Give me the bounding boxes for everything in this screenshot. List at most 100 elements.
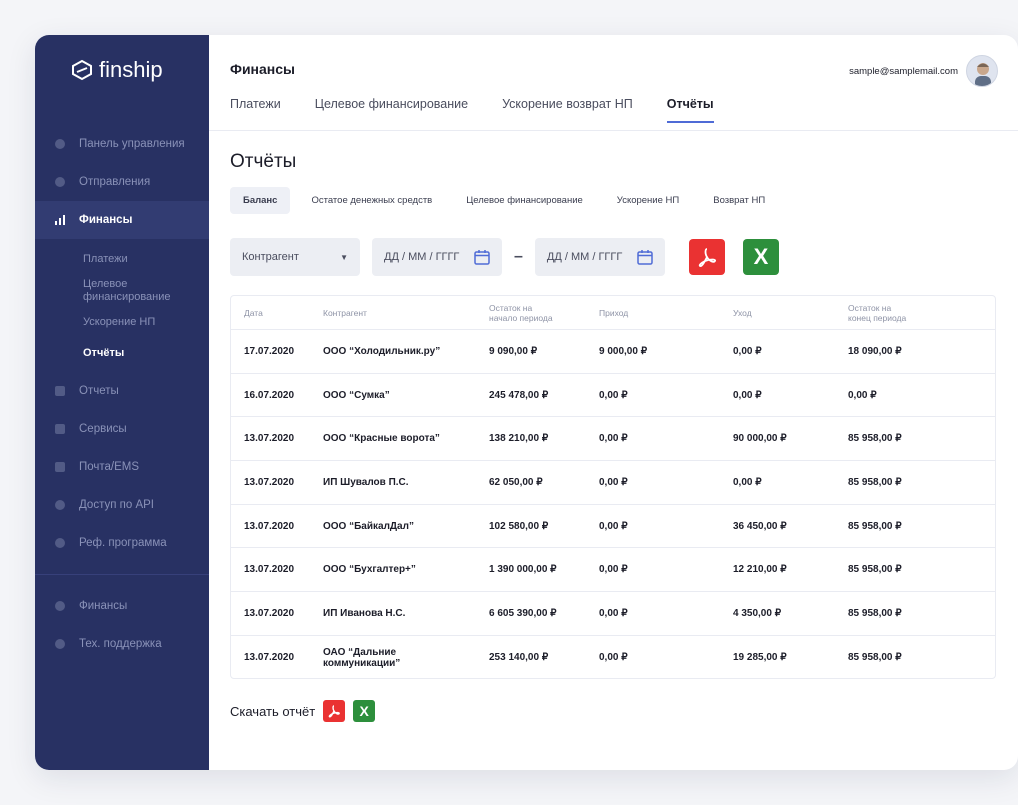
submenu-item-target-financing[interactable]: Целевое финансирование bbox=[83, 272, 193, 310]
main-content: Финансы sample@samplemail.com Платежи Це… bbox=[209, 35, 1018, 770]
pdf-icon bbox=[698, 248, 716, 267]
avatar[interactable] bbox=[966, 55, 998, 87]
finance-submenu: Платежи Целевое финансирование Ускорение… bbox=[35, 247, 209, 366]
column-header-closing-balance[interactable]: Остаток на конец периода bbox=[835, 303, 995, 323]
download-label: Скачать отчёт bbox=[230, 703, 316, 719]
date-to-field[interactable]: ДД / ММ / ГГГГ bbox=[534, 238, 665, 276]
sidebar-item-label: Реф. программа bbox=[79, 537, 167, 549]
user-menu[interactable]: sample@samplemail.com bbox=[849, 55, 998, 87]
column-header-income[interactable]: Приход bbox=[586, 308, 720, 318]
cell-opening-balance: 245 478,00 ₽ bbox=[489, 389, 549, 401]
sidebar-item-shipments[interactable]: Отправления bbox=[35, 163, 209, 201]
cell-income: 0,00 ₽ bbox=[599, 564, 628, 576]
sidebar-item-reports[interactable]: Отчеты bbox=[35, 372, 209, 410]
tab-cash-balance[interactable]: Остатое денежных средств bbox=[298, 187, 445, 214]
excel-icon: X bbox=[359, 703, 369, 719]
tab-return-report[interactable]: Возврат НП bbox=[700, 187, 778, 214]
table-row[interactable]: 13.07.2020 ИП Шувалов П.С. 62 050,00 ₽ 0… bbox=[231, 461, 995, 505]
cell-date: 13.07.2020 bbox=[244, 433, 295, 445]
column-header-counterparty[interactable]: Контрагент bbox=[310, 308, 476, 318]
cell-counterparty: ООО “Бухгалтер+” bbox=[323, 564, 416, 576]
cell-closing-balance: 85 958,00 ₽ bbox=[848, 433, 902, 445]
table-row[interactable]: 16.07.2020 ООО “Сумка” 245 478,00 ₽ 0,00… bbox=[231, 374, 995, 418]
date-to-placeholder: ДД / ММ / ГГГГ bbox=[546, 251, 623, 263]
column-header-outgo[interactable]: Уход bbox=[720, 308, 835, 318]
submenu-item-payments[interactable]: Платежи bbox=[83, 247, 209, 272]
sidebar-item-label: Почта/EMS bbox=[79, 461, 140, 473]
cell-outgo: 0,00 ₽ bbox=[733, 389, 762, 401]
date-from-field[interactable]: ДД / ММ / ГГГГ bbox=[372, 238, 502, 276]
tab-reports[interactable]: Отчёты bbox=[666, 97, 714, 123]
tab-balance[interactable]: Баланс bbox=[230, 187, 291, 214]
submenu-item-acceleration[interactable]: Ускорение НП bbox=[83, 310, 209, 335]
download-excel-button[interactable]: X bbox=[353, 700, 376, 722]
brand-logo[interactable]: finship bbox=[71, 57, 163, 83]
cell-income: 9 000,00 ₽ bbox=[599, 345, 648, 357]
tab-target-financing[interactable]: Целевое финансирование bbox=[315, 97, 468, 123]
sidebar-item-mail[interactable]: Почта/EMS bbox=[35, 448, 209, 486]
referral-icon bbox=[55, 538, 65, 548]
cell-outgo: 90 000,00 ₽ bbox=[733, 433, 787, 445]
finship-logo-icon bbox=[72, 59, 92, 81]
download-pdf-button[interactable] bbox=[323, 700, 346, 722]
tab-payments[interactable]: Платежи bbox=[230, 97, 281, 123]
cell-counterparty: ООО “Красные ворота” bbox=[323, 433, 440, 445]
cell-counterparty: ОАО “Дальние коммуникации” bbox=[323, 646, 401, 669]
cell-opening-balance: 9 090,00 ₽ bbox=[489, 345, 538, 357]
cell-outgo: 36 450,00 ₽ bbox=[733, 520, 787, 532]
cell-closing-balance: 85 958,00 ₽ bbox=[848, 607, 902, 619]
cell-date: 13.07.2020 bbox=[244, 564, 295, 576]
settings-icon bbox=[55, 601, 65, 611]
cell-counterparty: ООО “Сумка” bbox=[323, 389, 390, 401]
sidebar-item-settings[interactable]: Финансы bbox=[35, 587, 209, 625]
cell-date: 13.07.2020 bbox=[244, 652, 295, 664]
cell-opening-balance: 102 580,00 ₽ bbox=[489, 520, 549, 532]
sidebar-item-services[interactable]: Сервисы bbox=[35, 410, 209, 448]
page-title: Финансы bbox=[230, 61, 295, 77]
column-header-date[interactable]: Дата bbox=[231, 308, 310, 318]
cell-date: 13.07.2020 bbox=[244, 520, 295, 532]
chevron-down-icon: ▼ bbox=[340, 252, 348, 262]
cell-income: 0,00 ₽ bbox=[599, 389, 628, 401]
cell-outgo: 4 350,00 ₽ bbox=[733, 607, 782, 619]
table-row[interactable]: 13.07.2020 ООО “Бухгалтер+” 1 390 000,00… bbox=[231, 548, 995, 593]
tab-target-financing-report[interactable]: Целевое финансирование bbox=[453, 187, 596, 214]
sidebar-item-finance[interactable]: Финансы bbox=[35, 201, 209, 239]
column-header-opening-balance[interactable]: Остаток на начало периода bbox=[476, 303, 586, 323]
support-icon bbox=[55, 639, 65, 649]
counterparty-select[interactable]: Контрагент ▼ bbox=[230, 238, 360, 276]
brand-name: finship bbox=[99, 57, 163, 82]
cell-counterparty: ИП Шувалов П.С. bbox=[323, 476, 409, 488]
balance-table: Дата Контрагент Остаток на начало период… bbox=[230, 295, 996, 679]
table-row[interactable]: 13.07.2020 ОАО “Дальние коммуникации” 25… bbox=[231, 636, 995, 680]
download-report: Скачать отчёт X bbox=[230, 700, 376, 722]
sidebar-item-label: Финансы bbox=[79, 600, 128, 612]
mail-icon bbox=[55, 462, 65, 472]
finance-chart-icon bbox=[55, 215, 65, 225]
cell-income: 0,00 ₽ bbox=[599, 652, 628, 664]
table-row[interactable]: 13.07.2020 ИП Иванова Н.С. 6 605 390,00 … bbox=[231, 592, 995, 636]
table-row[interactable]: 17.07.2020 ООО “Холодильник.ру” 9 090,00… bbox=[231, 330, 995, 374]
user-email: sample@samplemail.com bbox=[849, 65, 958, 77]
table-header: Дата Контрагент Остаток на начало период… bbox=[231, 296, 995, 330]
submenu-item-reports[interactable]: Отчёты bbox=[83, 341, 209, 366]
report-type-tabs: Баланс Остатое денежных средств Целевое … bbox=[230, 187, 786, 214]
date-from-placeholder: ДД / ММ / ГГГГ bbox=[384, 251, 460, 263]
table-row[interactable]: 13.07.2020 ООО “БайкалДал” 102 580,00 ₽ … bbox=[231, 505, 995, 549]
cell-counterparty: ООО “БайкалДал” bbox=[323, 520, 414, 532]
table-row[interactable]: 13.07.2020 ООО “Красные ворота” 138 210,… bbox=[231, 417, 995, 462]
sidebar-item-support[interactable]: Тех. поддержка bbox=[35, 625, 209, 663]
tab-acceleration-return[interactable]: Ускорение возврат НП bbox=[502, 97, 633, 123]
sidebar-item-label: Отчеты bbox=[79, 385, 119, 397]
cell-closing-balance: 85 958,00 ₽ bbox=[848, 520, 902, 532]
export-pdf-button[interactable] bbox=[688, 239, 725, 275]
sidebar-item-dashboard[interactable]: Панель управления bbox=[35, 125, 209, 163]
sidebar-item-api[interactable]: Доступ по API bbox=[35, 486, 209, 524]
tab-acceleration-report[interactable]: Ускорение НП bbox=[604, 187, 692, 214]
export-excel-button[interactable]: X bbox=[742, 239, 779, 275]
cell-date: 13.07.2020 bbox=[244, 476, 295, 488]
sidebar-item-referral[interactable]: Реф. программа bbox=[35, 524, 209, 562]
sidebar-item-label: Финансы bbox=[79, 214, 133, 226]
shipments-icon bbox=[55, 177, 65, 187]
cell-closing-balance: 85 958,00 ₽ bbox=[848, 564, 902, 576]
